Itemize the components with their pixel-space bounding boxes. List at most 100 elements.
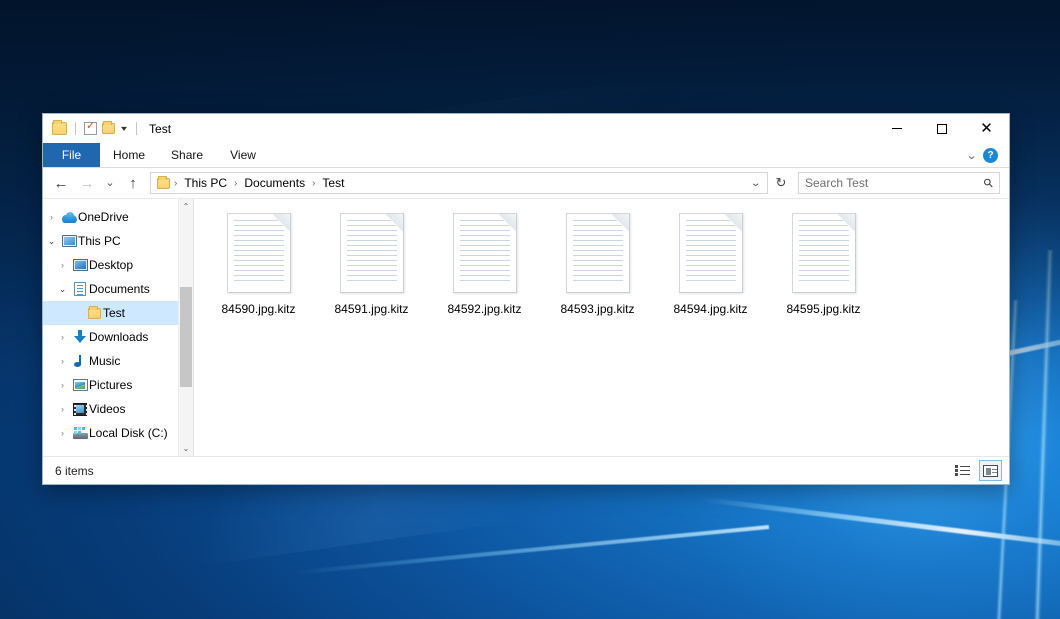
breadcrumb[interactable]: › This PC › Documents › Test ⌄ xyxy=(150,172,768,194)
sidebar-item-test[interactable]: Test xyxy=(43,301,193,325)
scroll-up-icon[interactable]: ⌃ xyxy=(179,199,193,214)
tab-file[interactable]: File xyxy=(43,143,100,167)
up-button[interactable]: ↑ xyxy=(121,171,145,195)
maximize-icon xyxy=(937,124,947,134)
sidebar-item-label: Downloads xyxy=(89,330,148,344)
sidebar-item-pictures[interactable]: › Pictures xyxy=(43,373,193,397)
generic-document-icon xyxy=(792,213,856,293)
file-name-label: 84593.jpg.kitz xyxy=(560,302,634,316)
recent-locations-chevron-down-icon[interactable]: ⌄ xyxy=(101,171,119,195)
navigation-pane: › OneDrive ⌄ This PC › Desktop ⌄ xyxy=(43,199,193,456)
file-explorer-window: ▾ Test ✕ File Home Share View ⌄ ? ← → xyxy=(42,113,1010,485)
breadcrumb-folder-icon xyxy=(157,178,170,189)
chevron-right-icon[interactable]: › xyxy=(43,213,60,222)
window-title: Test xyxy=(149,122,171,136)
generic-document-icon xyxy=(227,213,291,293)
chevron-down-icon[interactable]: ▾ xyxy=(121,125,127,133)
close-icon: ✕ xyxy=(980,121,993,136)
large-icons-view-button[interactable] xyxy=(979,460,1002,481)
view-switcher xyxy=(951,460,1002,481)
properties-checkbox-icon[interactable] xyxy=(84,122,97,135)
chevron-down-icon[interactable]: ⌄ xyxy=(54,285,71,294)
chevron-right-icon[interactable]: › xyxy=(54,261,71,270)
breadcrumb-separator: › xyxy=(310,178,317,189)
tab-home[interactable]: Home xyxy=(100,143,158,167)
sidebar-item-this-pc[interactable]: ⌄ This PC xyxy=(43,229,193,253)
back-button[interactable]: ← xyxy=(49,171,73,195)
sidebar-item-label: Local Disk (C:) xyxy=(89,426,168,440)
minimize-icon xyxy=(892,128,902,129)
sidebar-item-label: OneDrive xyxy=(78,210,129,224)
explorer-body: › OneDrive ⌄ This PC › Desktop ⌄ xyxy=(43,198,1009,456)
file-item[interactable]: 84592.jpg.kitz xyxy=(428,209,541,333)
chevron-down-icon[interactable]: ⌄ xyxy=(43,237,60,246)
forward-button: → xyxy=(75,171,99,195)
generic-document-icon xyxy=(340,213,404,293)
file-item[interactable]: 84593.jpg.kitz xyxy=(541,209,654,333)
breadcrumb-separator: › xyxy=(172,178,179,189)
chevron-right-icon[interactable]: › xyxy=(54,357,71,366)
videos-icon xyxy=(71,403,89,416)
disk-icon xyxy=(71,427,89,439)
search-placeholder: Search Test xyxy=(805,176,984,190)
help-icon[interactable]: ? xyxy=(983,148,998,163)
sidebar-item-label: Videos xyxy=(89,402,125,416)
sidebar-item-local-disk-c[interactable]: › Local Disk (C:) xyxy=(43,421,193,445)
sidebar-item-documents[interactable]: ⌄ Documents xyxy=(43,277,193,301)
large-icons-view-icon xyxy=(983,465,998,477)
chevron-right-icon[interactable]: › xyxy=(54,333,71,342)
sidebar-item-videos[interactable]: › Videos xyxy=(43,397,193,421)
chevron-right-icon[interactable]: › xyxy=(54,381,71,390)
chevron-right-icon[interactable]: › xyxy=(54,405,71,414)
item-count-label: 6 items xyxy=(55,464,94,478)
file-item[interactable]: 84590.jpg.kitz xyxy=(202,209,315,333)
toolbar-separator xyxy=(136,122,137,135)
sidebar-item-downloads[interactable]: › Downloads xyxy=(43,325,193,349)
minimize-button[interactable] xyxy=(874,114,919,143)
expand-ribbon-chevron-down-icon[interactable]: ⌄ xyxy=(965,149,977,162)
tab-view[interactable]: View xyxy=(216,143,270,167)
file-list-view[interactable]: 84590.jpg.kitz 84591.jpg.kitz 84592.jpg.… xyxy=(194,199,1009,456)
sidebar-item-desktop[interactable]: › Desktop xyxy=(43,253,193,277)
scroll-down-icon[interactable]: ⌄ xyxy=(179,441,193,456)
details-view-button[interactable] xyxy=(951,460,974,481)
desktop: ▾ Test ✕ File Home Share View ⌄ ? ← → xyxy=(0,0,1060,619)
breadcrumb-item-test[interactable]: Test xyxy=(319,176,347,190)
folder-icon xyxy=(85,308,103,319)
search-input[interactable]: Search Test ⚲ xyxy=(798,172,1000,194)
maximize-button[interactable] xyxy=(919,114,964,143)
file-item[interactable]: 84591.jpg.kitz xyxy=(315,209,428,333)
address-dropdown-chevron-down-icon[interactable]: ⌄ xyxy=(750,178,765,189)
breadcrumb-item-this-pc[interactable]: This PC xyxy=(181,176,230,190)
sidebar-item-onedrive[interactable]: › OneDrive xyxy=(43,205,193,229)
tab-share[interactable]: Share xyxy=(158,143,216,167)
quick-access-toolbar: ▾ xyxy=(52,122,140,135)
sidebar-item-label: Pictures xyxy=(89,378,132,392)
sidebar-item-label: Desktop xyxy=(89,258,133,272)
generic-document-icon xyxy=(679,213,743,293)
sidebar-item-label: Test xyxy=(103,306,125,320)
file-name-label: 84594.jpg.kitz xyxy=(673,302,747,316)
chevron-right-icon[interactable]: › xyxy=(54,429,71,438)
file-name-label: 84591.jpg.kitz xyxy=(334,302,408,316)
file-item[interactable]: 84595.jpg.kitz xyxy=(767,209,880,333)
file-name-label: 84592.jpg.kitz xyxy=(447,302,521,316)
navigation-pane-scrollbar[interactable]: ⌃ ⌄ xyxy=(178,199,193,456)
breadcrumb-item-documents[interactable]: Documents xyxy=(241,176,308,190)
sidebar-item-music[interactable]: › Music xyxy=(43,349,193,373)
pictures-icon xyxy=(71,379,89,391)
downloads-icon xyxy=(71,330,89,344)
toolbar-separator xyxy=(75,122,76,135)
close-button[interactable]: ✕ xyxy=(964,114,1009,143)
details-view-icon xyxy=(955,465,970,476)
status-bar: 6 items xyxy=(43,456,1009,484)
file-name-label: 84595.jpg.kitz xyxy=(786,302,860,316)
sidebar-item-label: Documents xyxy=(89,282,150,296)
file-item[interactable]: 84594.jpg.kitz xyxy=(654,209,767,333)
title-bar: ▾ Test ✕ xyxy=(43,114,1009,143)
new-folder-icon[interactable] xyxy=(102,123,115,134)
refresh-icon[interactable]: ↻ xyxy=(770,172,792,194)
file-name-label: 84590.jpg.kitz xyxy=(221,302,295,316)
scrollbar-thumb[interactable] xyxy=(180,287,192,387)
folder-icon[interactable] xyxy=(52,122,67,135)
